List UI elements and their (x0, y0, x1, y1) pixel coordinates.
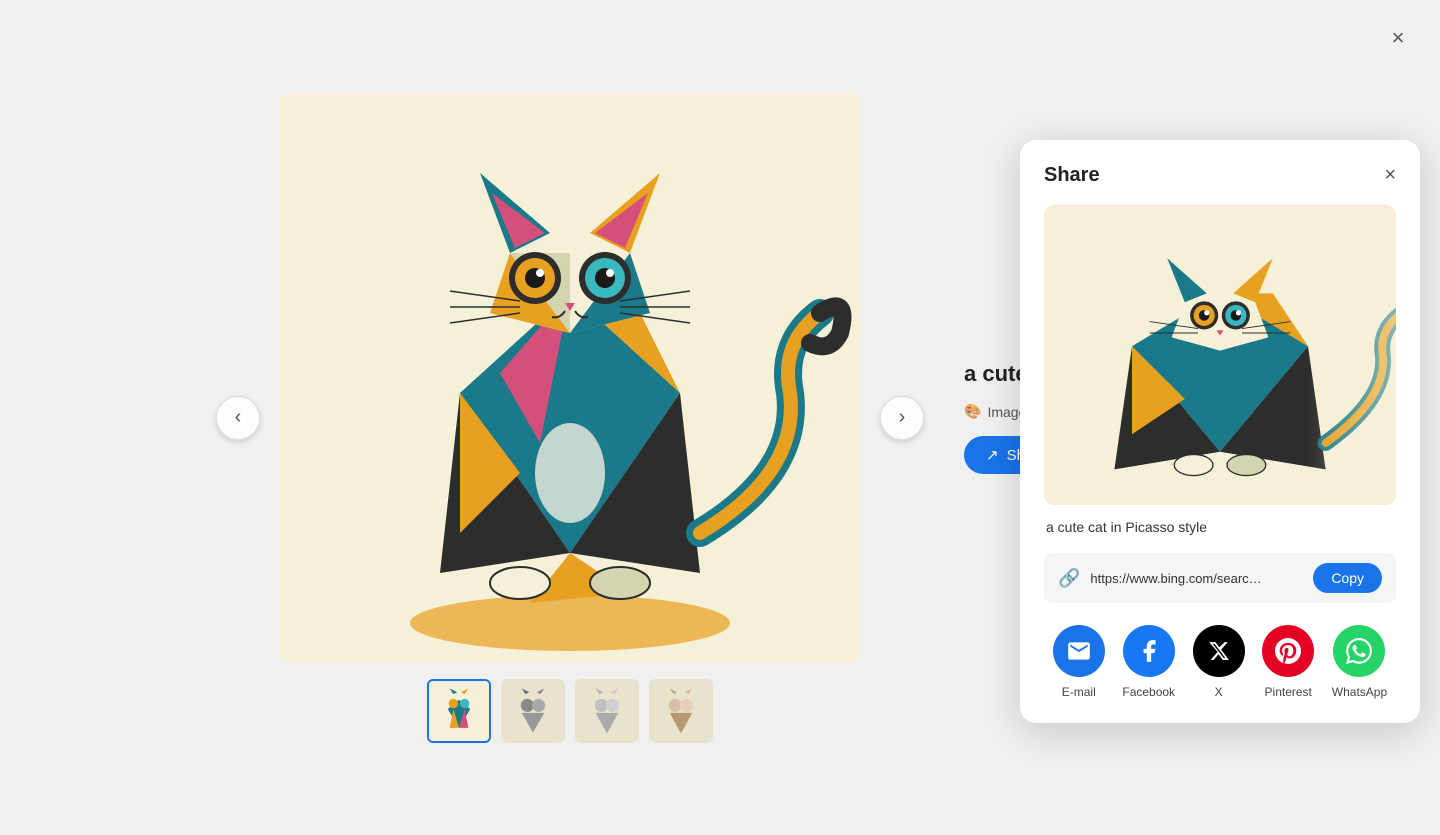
email-icon (1053, 625, 1105, 677)
whatsapp-icon (1333, 625, 1385, 677)
email-label: E-mail (1062, 685, 1096, 699)
thumbnail-4[interactable] (649, 679, 713, 743)
image-section (280, 93, 860, 743)
pinterest-icon (1262, 625, 1314, 677)
close-share-button[interactable]: × (1384, 164, 1396, 187)
share-social-row: E-mail Facebook X Pinterest (1044, 625, 1396, 699)
close-main-icon: × (1392, 25, 1405, 51)
whatsapp-label: WhatsApp (1332, 685, 1387, 699)
facebook-label: Facebook (1122, 685, 1175, 699)
social-item-whatsapp[interactable]: WhatsApp (1332, 625, 1387, 699)
close-share-icon: × (1384, 164, 1396, 187)
thumbnail-1[interactable] (427, 679, 491, 743)
facebook-icon (1123, 625, 1175, 677)
social-item-facebook[interactable]: Facebook (1122, 625, 1175, 699)
x-icon (1193, 625, 1245, 677)
creator-icon: 🎨 (964, 403, 981, 420)
share-panel-title: Share (1044, 164, 1100, 187)
thumbnail-2[interactable] (501, 679, 565, 743)
prev-arrow-button[interactable]: ‹ (216, 396, 260, 440)
share-icon: ↗ (986, 446, 999, 464)
prev-arrow-icon: ‹ (235, 406, 242, 429)
share-url-text: https://www.bing.com/searc… (1090, 571, 1303, 586)
share-panel-header: Share × (1044, 164, 1396, 187)
pinterest-label: Pinterest (1265, 685, 1312, 699)
social-item-x[interactable]: X (1193, 625, 1245, 699)
main-cat-image (280, 93, 860, 663)
social-item-email[interactable]: E-mail (1053, 625, 1105, 699)
link-icon: 🔗 (1058, 568, 1080, 589)
main-image-wrapper (280, 93, 860, 663)
x-label: X (1215, 685, 1223, 699)
thumbnail-3[interactable] (575, 679, 639, 743)
copy-button[interactable]: Copy (1313, 563, 1382, 593)
share-preview-image (1044, 205, 1396, 505)
share-panel: Share × (1020, 140, 1420, 723)
main-container: × ‹ (0, 0, 1440, 835)
next-arrow-icon: › (899, 406, 906, 429)
social-item-pinterest[interactable]: Pinterest (1262, 625, 1314, 699)
share-url-row: 🔗 https://www.bing.com/searc… Copy (1044, 553, 1396, 603)
next-arrow-button[interactable]: › (880, 396, 924, 440)
close-main-button[interactable]: × (1380, 20, 1416, 56)
thumbnail-strip (427, 679, 713, 743)
share-image-caption: a cute cat in Picasso style (1044, 519, 1396, 535)
